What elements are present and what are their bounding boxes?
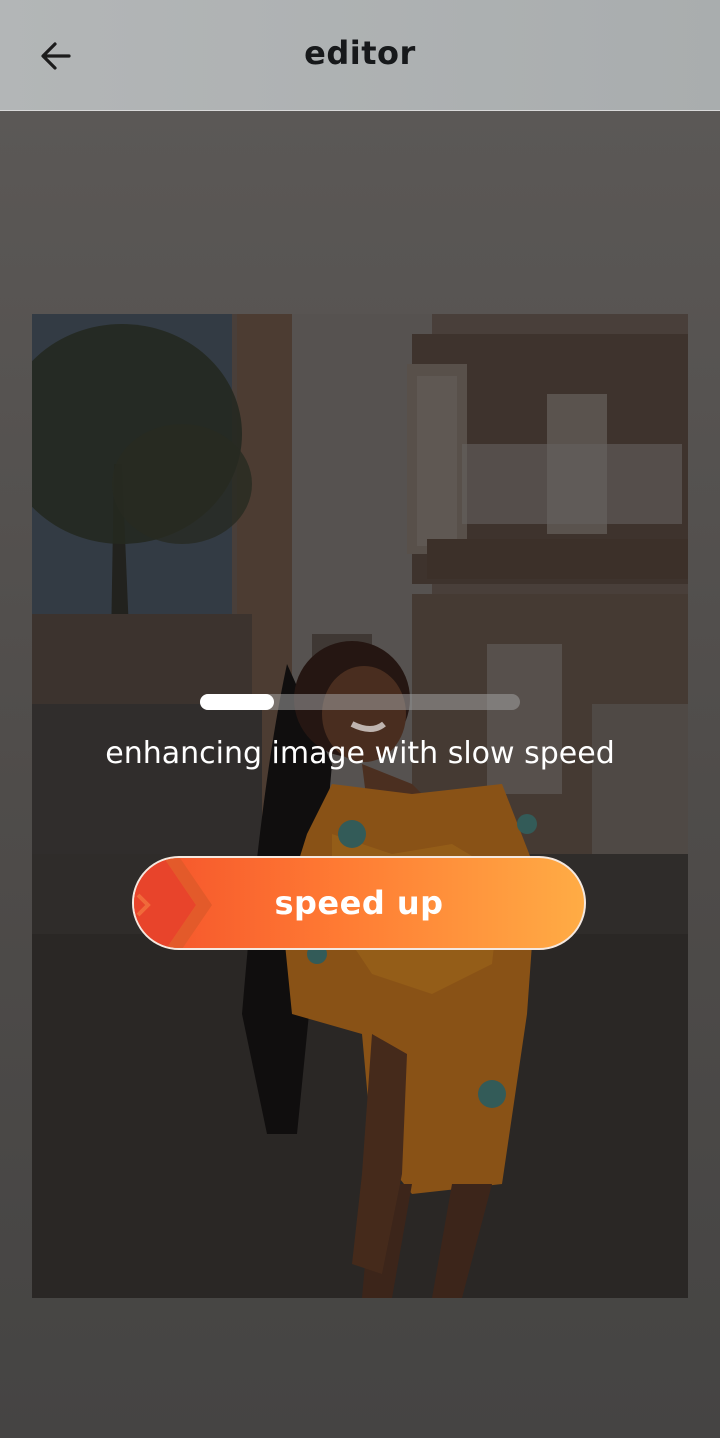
top-app-bar: editor — [0, 0, 720, 111]
photo-image — [32, 314, 688, 1298]
page-title: editor — [304, 34, 416, 72]
progress-bar — [200, 694, 520, 710]
speed-up-button[interactable]: speed up — [132, 856, 586, 950]
progress-bar-fill — [200, 694, 274, 710]
enhancing-status-text: enhancing image with slow speed — [105, 736, 615, 771]
photo-preview — [32, 314, 688, 1298]
speed-up-label: speed up — [274, 884, 444, 922]
